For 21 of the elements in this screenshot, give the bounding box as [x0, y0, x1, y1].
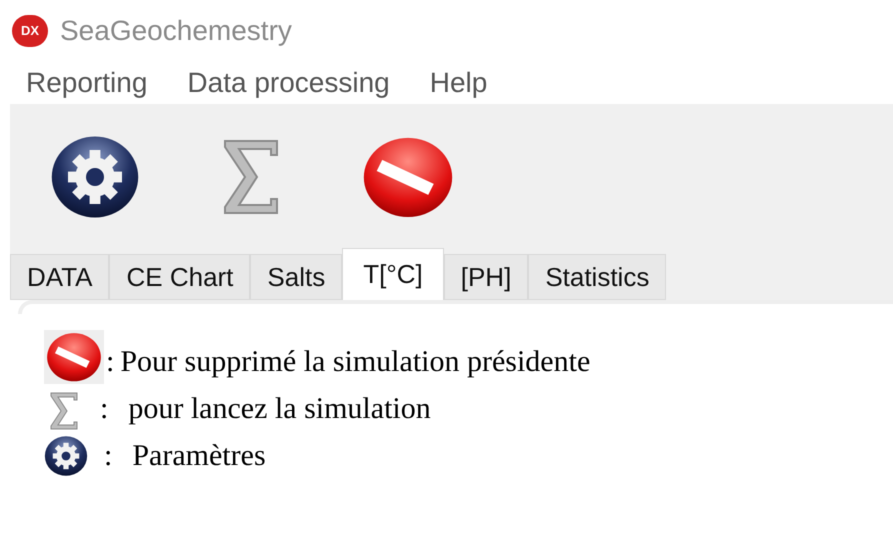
legend-text: Pour supprimé la simulation présidente: [120, 344, 590, 380]
tab[interactable]: DATA: [10, 254, 110, 300]
legend-colon: :: [106, 344, 114, 380]
legend-colon: :: [100, 391, 108, 428]
app-logo: DX: [12, 15, 48, 47]
legend-colon: :: [104, 438, 112, 474]
no-entry-icon: [362, 136, 454, 218]
toolbar-button[interactable]: [362, 136, 454, 218]
tab[interactable]: CE Chart: [109, 254, 250, 300]
menu-item[interactable]: Help: [430, 62, 488, 104]
menu-item[interactable]: Reporting: [26, 62, 148, 104]
tab[interactable]: [PH]: [444, 254, 528, 300]
tab[interactable]: T[°C]: [342, 248, 444, 300]
window-title: SeaGeochemestry: [60, 14, 292, 48]
tab[interactable]: Statistics: [528, 254, 666, 300]
no-entry-icon: [46, 332, 102, 382]
menu-item[interactable]: Data processing: [187, 62, 390, 104]
tab[interactable]: Salts: [250, 254, 342, 300]
settings-icon: [44, 434, 88, 478]
legend-text: Paramètres: [132, 438, 266, 474]
legend-text: pour lancez la simulation: [128, 391, 431, 428]
